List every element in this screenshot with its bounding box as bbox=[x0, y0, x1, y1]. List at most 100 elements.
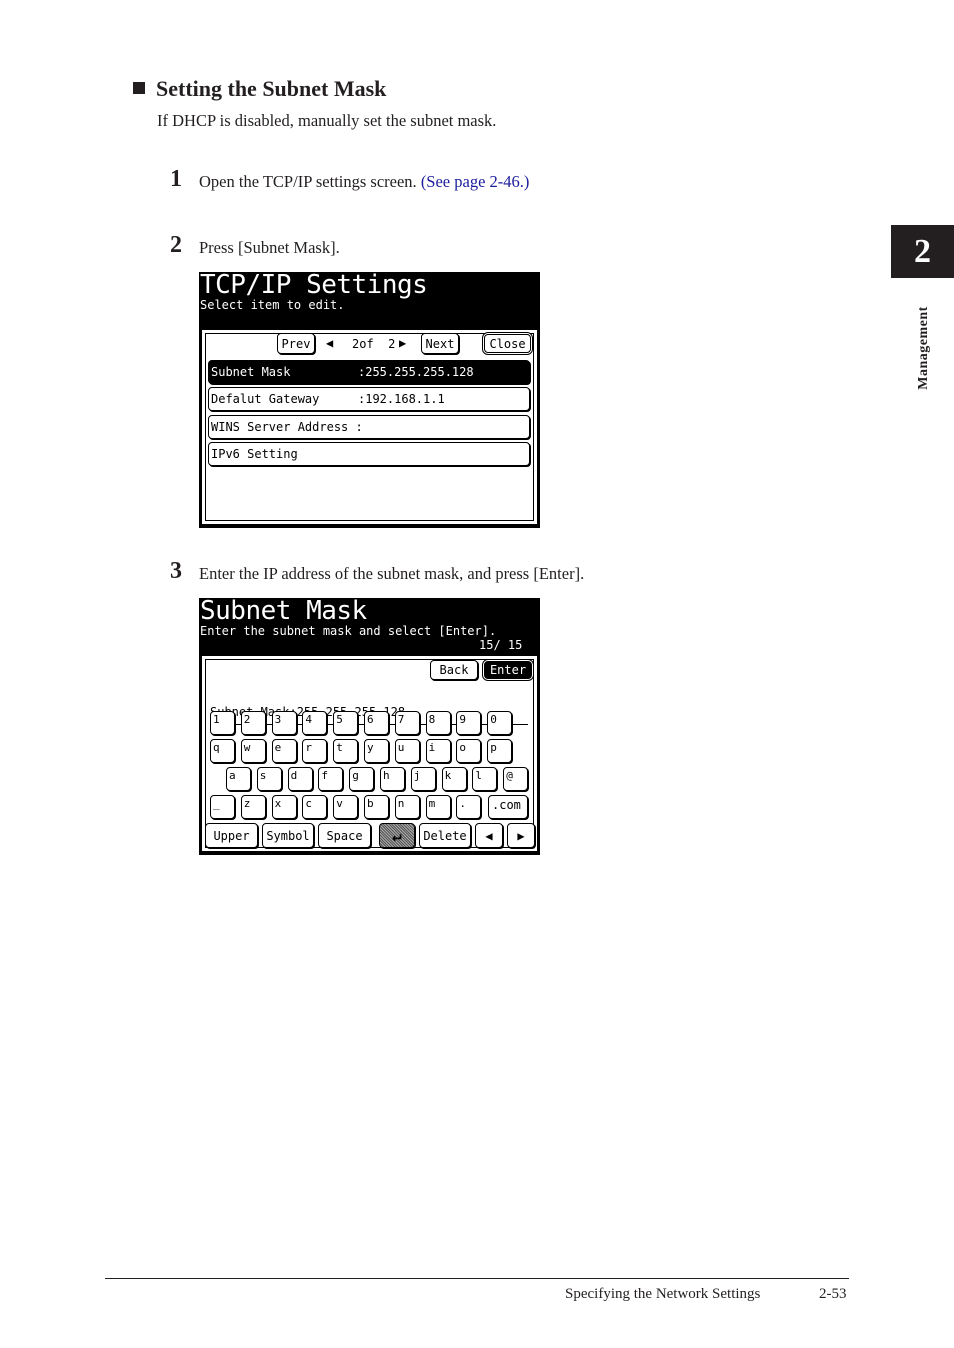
key-h[interactable]: h bbox=[380, 767, 405, 791]
key-label: o bbox=[459, 741, 467, 754]
key-c[interactable]: c bbox=[302, 795, 328, 819]
key-@[interactable]: @ bbox=[503, 767, 529, 791]
key-d[interactable]: d bbox=[287, 767, 313, 791]
key-2[interactable]: 2 bbox=[240, 711, 266, 735]
list-item-wins-server[interactable]: WINS Server Address : bbox=[208, 415, 530, 439]
key-q[interactable]: q bbox=[210, 739, 235, 763]
key-label: t bbox=[336, 741, 343, 754]
entry-panel: Back Enter Subnet Mask:255.255.255.128 1… bbox=[200, 654, 539, 853]
key-label: g bbox=[352, 769, 359, 782]
key-dotcom[interactable]: .com bbox=[488, 795, 528, 819]
key-label: 2 bbox=[243, 713, 251, 726]
next-arrow-icon[interactable]: ▶ bbox=[399, 336, 406, 350]
key-f[interactable]: f bbox=[318, 767, 344, 791]
key-r[interactable]: r bbox=[302, 739, 328, 763]
key-1[interactable]: 1 bbox=[210, 711, 235, 735]
key-label: 9 bbox=[459, 713, 467, 726]
key-label: 7 bbox=[397, 713, 405, 726]
key-label: z bbox=[243, 797, 251, 810]
key-z[interactable]: z bbox=[240, 795, 266, 819]
key-label: d bbox=[290, 769, 298, 782]
key-label: a bbox=[229, 769, 236, 782]
cursor-right-key[interactable]: ▶ bbox=[507, 823, 535, 848]
list-item-ipv6-setting[interactable]: IPv6 Setting bbox=[208, 442, 530, 466]
key-label: b bbox=[367, 797, 374, 810]
key-j[interactable]: j bbox=[410, 767, 436, 791]
key-i[interactable]: i bbox=[425, 739, 451, 763]
key-u[interactable]: u bbox=[394, 739, 420, 763]
step-2-number: 2 bbox=[170, 232, 182, 258]
close-button[interactable]: Close bbox=[484, 334, 531, 353]
enter-button[interactable]: Enter bbox=[484, 661, 532, 679]
key-0[interactable]: 0 bbox=[487, 711, 513, 735]
next-button[interactable]: Next bbox=[421, 333, 459, 354]
keyboard-row-asdf: a s d f g h j k l @ bbox=[226, 767, 536, 793]
prev-arrow-icon[interactable]: ◀ bbox=[326, 336, 333, 350]
key-label: s bbox=[259, 769, 267, 782]
key-label: c bbox=[305, 797, 313, 810]
key-p[interactable]: p bbox=[487, 739, 513, 763]
key-label: m bbox=[428, 797, 436, 810]
key-label: 3 bbox=[274, 713, 282, 726]
key-x[interactable]: x bbox=[271, 795, 297, 819]
screen-subtitle: Enter the subnet mask and select [Enter]… bbox=[200, 624, 497, 638]
key-3[interactable]: 3 bbox=[271, 711, 297, 735]
screen-title: TCP/IP Settings bbox=[200, 270, 428, 300]
intro-text: If DHCP is disabled, manually set the su… bbox=[157, 111, 497, 130]
key-label: 8 bbox=[428, 713, 436, 726]
key-t[interactable]: t bbox=[333, 739, 359, 763]
key-label: x bbox=[274, 797, 282, 810]
item-label: Defalut Gateway bbox=[211, 392, 320, 406]
key-n[interactable]: n bbox=[394, 795, 420, 819]
key-label: i bbox=[428, 741, 436, 754]
keyboard-row-zxcv: .com _ z x c v b n m. bbox=[210, 795, 530, 821]
key-k[interactable]: k bbox=[441, 767, 467, 791]
section-title: Setting the Subnet Mask bbox=[133, 76, 386, 102]
page-number: 2-53 bbox=[819, 1286, 847, 1302]
key-label: v bbox=[336, 797, 343, 810]
key-8[interactable]: 8 bbox=[425, 711, 451, 735]
keyboard-row-digits: 1 2 3 4 5 6 7 8 9 0 bbox=[210, 711, 530, 737]
cursor-left-key[interactable]: ◀ bbox=[475, 823, 503, 848]
key-_[interactable]: _ bbox=[210, 795, 235, 819]
key-l[interactable]: l bbox=[472, 767, 498, 791]
key-5[interactable]: 5 bbox=[333, 711, 359, 735]
back-button[interactable]: Back bbox=[430, 660, 478, 680]
see-page-link[interactable]: (See page 2-46.) bbox=[421, 172, 530, 191]
key-4[interactable]: 4 bbox=[302, 711, 328, 735]
key-7[interactable]: 7 bbox=[394, 711, 420, 735]
key-label: p bbox=[490, 741, 497, 754]
key-6[interactable]: 6 bbox=[364, 711, 389, 735]
key-g[interactable]: g bbox=[349, 767, 375, 791]
symbol-key[interactable]: Symbol bbox=[262, 823, 314, 848]
key-label: y bbox=[367, 741, 374, 754]
key-s[interactable]: s bbox=[256, 767, 282, 791]
key-m[interactable]: m bbox=[425, 795, 451, 819]
key-o[interactable]: o bbox=[456, 739, 482, 763]
list-item-subnet-mask[interactable]: Subnet Mask :255.255.255.128 bbox=[208, 360, 530, 384]
section-title-text: Setting the Subnet Mask bbox=[156, 76, 387, 101]
char-count: 15/ 15 bbox=[479, 638, 523, 652]
step-1-instruction: Open the TCP/IP settings screen. bbox=[199, 172, 421, 191]
delete-key[interactable]: Delete bbox=[419, 823, 471, 848]
key-.[interactable]: . bbox=[456, 795, 482, 819]
item-label: Subnet Mask bbox=[211, 365, 291, 379]
key-9[interactable]: 9 bbox=[456, 711, 482, 735]
key-label: 5 bbox=[336, 713, 343, 726]
space-key[interactable]: Space bbox=[318, 823, 371, 848]
list-item-default-gateway[interactable]: Defalut Gateway :192.168.1.1 bbox=[208, 387, 530, 411]
key-label: w bbox=[243, 741, 251, 754]
key-y[interactable]: y bbox=[364, 739, 389, 763]
keyboard-row-qwerty: qw ert y ui o p bbox=[210, 739, 530, 765]
return-key[interactable]: ↵ bbox=[379, 823, 415, 848]
key-a[interactable]: a bbox=[226, 767, 251, 791]
key-e[interactable]: e bbox=[271, 739, 297, 763]
key-v[interactable]: v bbox=[333, 795, 359, 819]
key-b[interactable]: b bbox=[364, 795, 389, 819]
key-w[interactable]: w bbox=[240, 739, 266, 763]
step-1-text: Open the TCP/IP settings screen. (See pa… bbox=[199, 172, 529, 192]
screen-subtitle: Select item to edit. bbox=[200, 298, 345, 312]
step-1-number: 1 bbox=[170, 166, 182, 192]
prev-button[interactable]: Prev bbox=[277, 333, 315, 354]
upper-key[interactable]: Upper bbox=[205, 823, 258, 848]
